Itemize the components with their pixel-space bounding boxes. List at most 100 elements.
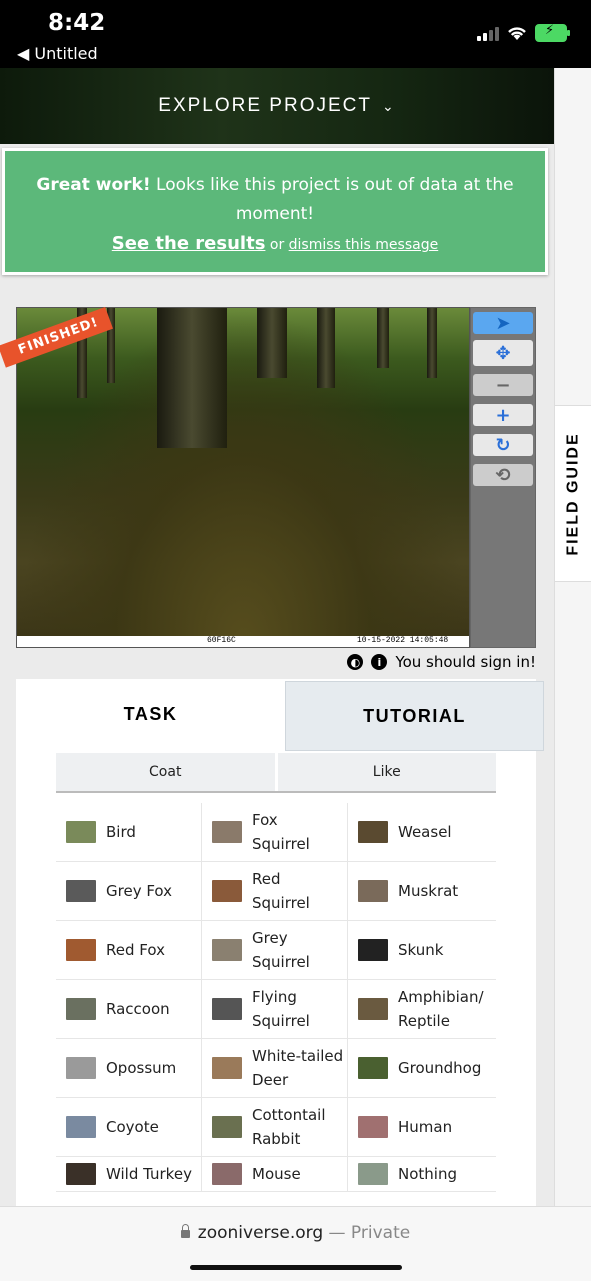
species-row: Raccoon Flying Squirrel Amphibian/ Reptile xyxy=(56,980,496,1039)
species-choice[interactable]: Grey Fox xyxy=(56,862,202,920)
species-thumbnail xyxy=(358,998,388,1020)
species-thumbnail xyxy=(358,1057,388,1079)
wifi-icon xyxy=(508,27,526,40)
species-grid: Bird Fox Squirrel Weasel Grey Fox Red Squirr… xyxy=(56,803,496,1192)
species-label: Human xyxy=(398,1118,453,1136)
species-choice[interactable]: Coyote xyxy=(56,1098,202,1156)
out-of-data-banner: Great work! Looks like this project is o… xyxy=(2,148,548,275)
cellular-signal-icon xyxy=(477,25,499,41)
species-label: Red Squirrel xyxy=(252,870,310,912)
coat-filter-button[interactable]: Coat xyxy=(56,753,275,791)
status-icons: ⚡ xyxy=(477,23,570,42)
banner-or-text: or xyxy=(265,237,289,253)
species-thumbnail xyxy=(66,939,96,961)
species-label: Flying Squirrel xyxy=(252,988,310,1030)
species-choice[interactable]: Raccoon xyxy=(56,980,202,1038)
species-choice[interactable]: Human xyxy=(348,1098,494,1156)
species-choice[interactable]: Wild Turkey xyxy=(56,1157,202,1191)
status-bar: 8:42 ◀ Untitled ⚡ xyxy=(0,0,591,68)
project-page: EXPLORE PROJECT ⌄ Great work! Looks like… xyxy=(0,68,554,1206)
contrast-icon[interactable]: ◐ xyxy=(347,654,364,670)
tab-task[interactable]: TASK xyxy=(16,679,285,749)
species-thumbnail xyxy=(66,998,96,1020)
species-thumbnail xyxy=(212,1163,242,1185)
species-label: Groundhog xyxy=(398,1059,482,1077)
species-label: White-tailed Deer xyxy=(252,1047,344,1089)
species-thumbnail xyxy=(358,1116,388,1138)
field-guide-tab[interactable]: FIELD GUIDE xyxy=(554,405,591,582)
rotate-button[interactable]: ↻ xyxy=(473,434,533,456)
zoom-in-button[interactable]: + xyxy=(473,404,533,426)
back-to-app-link[interactable]: ◀ Untitled xyxy=(17,44,98,63)
species-label: Mouse xyxy=(252,1165,301,1183)
see-results-link[interactable]: See the results xyxy=(112,233,266,254)
like-filter-button[interactable]: Like xyxy=(277,753,496,791)
browser-address-bar: zooniverse.org — Private xyxy=(0,1206,591,1281)
species-choice[interactable]: Amphibian/ Reptile xyxy=(348,980,494,1038)
species-choice[interactable]: White-tailed Deer xyxy=(202,1039,348,1097)
zoom-out-button[interactable]: − xyxy=(473,374,533,396)
subject-image[interactable]: 60F16C 10-15-2022 14:05:48 xyxy=(16,307,470,648)
info-icon[interactable]: i xyxy=(371,654,388,670)
species-choice[interactable]: Opossum xyxy=(56,1039,202,1097)
move-tool-button[interactable]: ✥ xyxy=(473,340,533,366)
species-thumbnail xyxy=(212,1116,242,1138)
species-label: Coyote xyxy=(106,1118,159,1136)
dismiss-message-link[interactable]: dismiss this message xyxy=(289,237,439,253)
lock-icon xyxy=(180,1224,190,1238)
species-row: Red Fox Grey Squirrel Skunk xyxy=(56,921,496,980)
species-choice[interactable]: Red Fox xyxy=(56,921,202,979)
species-filters: Coat Like xyxy=(56,753,496,793)
image-toolbar: ➤ ✥ − + ↻ ⟲ xyxy=(470,307,536,648)
species-thumbnail xyxy=(66,880,96,902)
species-row: Opossum White-tailed Deer Groundhog xyxy=(56,1039,496,1098)
species-choice[interactable]: Skunk xyxy=(348,921,494,979)
species-thumbnail xyxy=(212,939,242,961)
explore-project-label: EXPLORE PROJECT xyxy=(158,95,372,116)
species-choice[interactable]: Bird xyxy=(56,803,202,861)
species-choice[interactable]: Nothing xyxy=(348,1157,494,1191)
species-choice[interactable]: Groundhog xyxy=(348,1039,494,1097)
species-thumbnail xyxy=(358,821,388,843)
species-choice[interactable]: Grey Squirrel xyxy=(202,921,348,979)
species-choice[interactable]: Mouse xyxy=(202,1157,348,1191)
species-thumbnail xyxy=(66,1116,96,1138)
species-label: Grey Squirrel xyxy=(252,929,310,971)
pointer-tool-button[interactable]: ➤ xyxy=(473,312,533,334)
species-thumbnail xyxy=(212,821,242,843)
plus-icon: + xyxy=(495,404,511,426)
species-thumbnail xyxy=(212,1057,242,1079)
species-label: Raccoon xyxy=(106,1000,170,1018)
camera-code: 60F16C xyxy=(207,636,236,645)
species-choice[interactable]: Red Squirrel xyxy=(202,862,348,920)
url-display[interactable]: zooniverse.org — Private xyxy=(0,1223,591,1243)
domain-text: zooniverse.org xyxy=(197,1223,324,1243)
sign-in-text: You should sign in! xyxy=(395,653,536,671)
tab-tutorial[interactable]: TUTORIAL xyxy=(285,681,544,751)
species-row: Grey Fox Red Squirrel Muskrat xyxy=(56,862,496,921)
species-label: Cottontail Rabbit xyxy=(252,1106,326,1148)
species-thumbnail xyxy=(212,880,242,902)
camera-info-strip: 60F16C 10-15-2022 14:05:48 xyxy=(17,636,469,647)
reset-icon: ⟲ xyxy=(495,464,511,486)
species-choice[interactable]: Fox Squirrel xyxy=(202,803,348,861)
clock: 8:42 xyxy=(48,10,106,36)
species-choice[interactable]: Flying Squirrel xyxy=(202,980,348,1038)
species-label: Weasel xyxy=(398,823,452,841)
species-choice[interactable]: Muskrat xyxy=(348,862,494,920)
move-icon: ✥ xyxy=(495,342,511,364)
explore-project-menu[interactable]: EXPLORE PROJECT ⌄ xyxy=(0,68,554,144)
species-choice[interactable]: Cottontail Rabbit xyxy=(202,1098,348,1156)
species-thumbnail xyxy=(66,821,96,843)
home-indicator[interactable] xyxy=(190,1265,402,1270)
species-row: Coyote Cottontail Rabbit Human xyxy=(56,1098,496,1157)
species-row: Bird Fox Squirrel Weasel xyxy=(56,803,496,862)
species-thumbnail xyxy=(358,939,388,961)
species-thumbnail xyxy=(212,998,242,1020)
species-label: Amphibian/ Reptile xyxy=(398,988,484,1030)
species-label: Opossum xyxy=(106,1059,177,1077)
species-choice[interactable]: Weasel xyxy=(348,803,494,861)
reset-button[interactable]: ⟲ xyxy=(473,464,533,486)
camera-timestamp: 10-15-2022 14:05:48 xyxy=(357,636,449,645)
species-label: Grey Fox xyxy=(106,882,173,900)
